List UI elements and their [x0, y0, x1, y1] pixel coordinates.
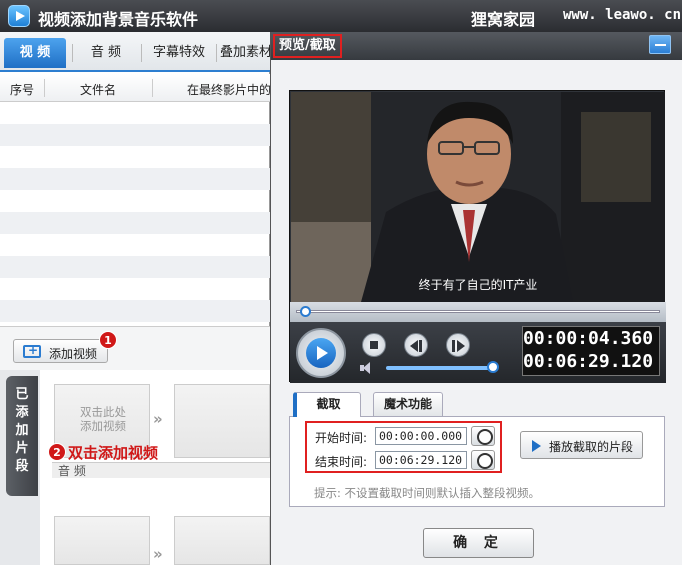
audio-slot[interactable] — [54, 516, 150, 565]
audio-slot[interactable] — [174, 516, 270, 565]
set-start-time-clock-icon[interactable] — [471, 426, 495, 446]
preview-header: 预览/截取 — [271, 32, 682, 60]
add-video-button[interactable]: 添加视频 — [13, 339, 108, 363]
tab-overlay[interactable]: 叠加素材 — [220, 38, 270, 68]
volume-handle[interactable] — [487, 361, 499, 373]
table-row[interactable] — [0, 300, 270, 322]
media-tabs: 视 频 音 频 字幕特效 叠加素材 — [0, 32, 270, 72]
column-divider — [152, 79, 153, 97]
column-divider — [44, 79, 45, 97]
video-image — [291, 92, 665, 302]
tab-divider — [216, 44, 217, 62]
trim-body: 开始时间: 00:00:00.000 结束时间: 00:06:29.120 播放… — [289, 416, 665, 507]
preview-panel: 预览/截取 终于有了自己的IT产业 00:00:04.360 00:06:29.… — [270, 32, 682, 565]
clip-slot[interactable] — [174, 384, 270, 458]
column-header-index[interactable]: 序号 — [10, 81, 34, 98]
added-clips-tab[interactable]: 已添加片段 — [6, 376, 38, 496]
video-player: 终于有了自己的IT产业 00:00:04.360 00:06:29.120 — [289, 90, 666, 383]
app-title: 视频添加背景音乐软件 — [38, 10, 199, 29]
previous-frame-button[interactable] — [404, 333, 428, 357]
minimize-button[interactable] — [649, 35, 671, 54]
trim-panel: 截取 魔术功能 开始时间: 00:00:00.000 结束时间: 00:06:2… — [289, 392, 665, 507]
table-row[interactable] — [0, 146, 270, 168]
tab-audio[interactable]: 音 频 — [78, 38, 134, 68]
play-clip-button[interactable]: 播放截取的片段 — [520, 431, 643, 459]
tab-trim[interactable]: 截取 — [293, 392, 361, 417]
seek-handle[interactable] — [299, 306, 311, 317]
table-row[interactable] — [0, 124, 270, 146]
table-row[interactable] — [0, 102, 270, 124]
audio-track-label: 音 频 — [52, 462, 270, 478]
table-header: 序号 文件名 在最终影片中的 — [0, 74, 270, 102]
column-header-position[interactable]: 在最终影片中的 — [187, 81, 270, 98]
play-icon — [306, 338, 336, 368]
seek-bar[interactable] — [290, 302, 666, 322]
player-controls: 00:00:04.360 00:06:29.120 — [290, 322, 666, 383]
next-icon — [457, 340, 465, 352]
table-row[interactable] — [0, 212, 270, 234]
tab-magic-functions[interactable]: 魔术功能 — [373, 392, 443, 416]
video-subtitle: 终于有了自己的IT产业 — [418, 278, 538, 292]
video-frame[interactable]: 终于有了自己的IT产业 — [291, 92, 665, 302]
total-time: 00:06:29.120 — [523, 351, 654, 372]
added-clips-label: 已添加片段 — [15, 387, 29, 474]
tab-divider — [141, 44, 142, 62]
table-row[interactable] — [0, 168, 270, 190]
start-time-input[interactable]: 00:00:00.000 — [375, 427, 467, 445]
play-clip-label: 播放截取的片段 — [549, 440, 634, 454]
step-badge-1: 1 — [99, 331, 117, 349]
preview-title: 预览/截取 — [273, 34, 342, 58]
chevron-right-icon: » — [153, 545, 163, 563]
tab-divider — [72, 44, 73, 62]
next-frame-button[interactable] — [446, 333, 470, 357]
table-row[interactable] — [0, 234, 270, 256]
end-time-input[interactable]: 00:06:29.120 — [375, 451, 467, 469]
current-time: 00:00:04.360 — [523, 328, 654, 349]
table-row[interactable] — [0, 190, 270, 212]
double-click-hint: 双击添加视频 — [68, 444, 159, 462]
table-row[interactable] — [0, 256, 270, 278]
volume-slider[interactable] — [386, 366, 494, 370]
add-toolbar: 添加视频 1 — [0, 326, 270, 370]
add-film-icon — [23, 343, 41, 358]
file-list[interactable] — [0, 102, 270, 326]
play-icon — [532, 440, 541, 452]
column-header-filename[interactable]: 文件名 — [80, 81, 116, 98]
end-time-label: 结束时间: — [315, 455, 368, 469]
time-display: 00:00:04.360 00:06:29.120 — [522, 326, 660, 376]
time-range-group: 开始时间: 00:00:00.000 结束时间: 00:06:29.120 — [305, 421, 502, 473]
start-time-label: 开始时间: — [315, 431, 368, 445]
stop-button[interactable] — [362, 333, 386, 357]
add-video-label: 添加视频 — [49, 347, 98, 361]
tab-video[interactable]: 视 频 — [4, 38, 66, 68]
title-bar: 视频添加背景音乐软件 狸窝家园 www. leawo. cn — [0, 0, 682, 32]
play-button[interactable] — [296, 328, 346, 378]
step-badge-2: 2 — [48, 443, 66, 461]
volume-icon[interactable] — [360, 362, 376, 374]
trim-tip: 提示: 不设置截取时间则默认插入整段视频。 — [314, 486, 541, 500]
site-url: www. leawo. cn — [563, 7, 682, 23]
stop-icon — [370, 341, 378, 349]
site-name: 狸窝家园 — [471, 10, 536, 29]
left-panel: 视 频 音 频 字幕特效 叠加素材 序号 文件名 在最终影片中的 添加视频 1 — [0, 32, 270, 565]
app-logo-icon — [8, 5, 30, 27]
confirm-button[interactable]: 确 定 — [423, 528, 534, 558]
chevron-right-icon: » — [153, 410, 163, 428]
table-row[interactable] — [0, 278, 270, 300]
tab-subtitle-effects[interactable]: 字幕特效 — [146, 38, 212, 68]
set-end-time-clock-icon[interactable] — [471, 450, 495, 470]
previous-icon — [410, 340, 418, 352]
seek-track[interactable] — [296, 310, 660, 313]
slot-hint: 双击此处 添加视频 — [80, 405, 126, 433]
